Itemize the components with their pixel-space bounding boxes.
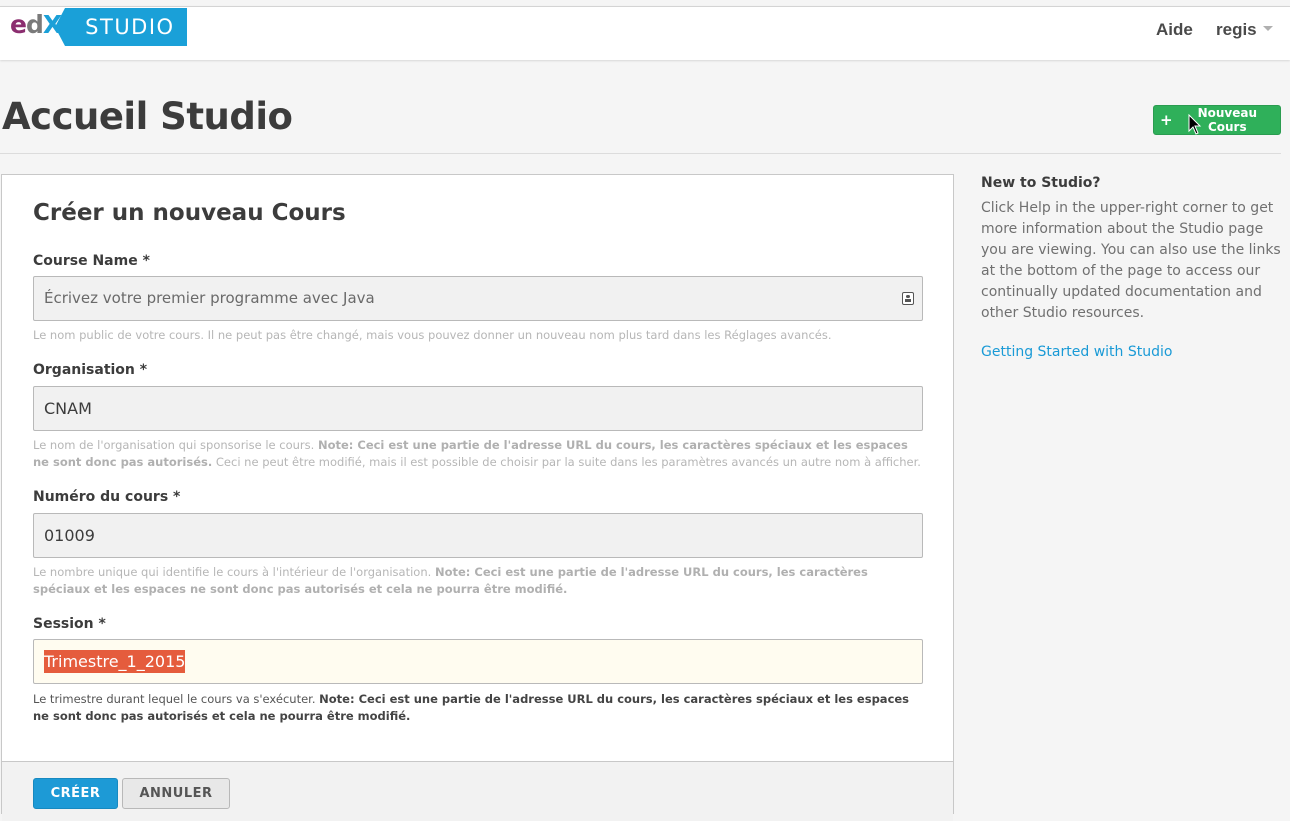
logo-letter-d: d bbox=[25, 9, 44, 39]
course-number-input[interactable]: 01009 bbox=[33, 513, 923, 558]
organisation-label: Organisation * bbox=[33, 362, 148, 378]
user-menu[interactable]: regis bbox=[1216, 20, 1273, 40]
mouse-cursor-icon bbox=[1188, 114, 1202, 135]
course-name-label: Course Name * bbox=[33, 253, 150, 269]
user-name: regis bbox=[1216, 20, 1257, 39]
course-name-value: Écrivez votre premier programme avec Jav… bbox=[44, 289, 375, 307]
plus-icon: + bbox=[1160, 111, 1173, 129]
edx-studio-logo[interactable]: edX STUDIO bbox=[10, 8, 187, 46]
create-button[interactable]: CRÉER bbox=[33, 778, 118, 809]
contact-card-icon[interactable] bbox=[902, 292, 914, 305]
course-number-value: 01009 bbox=[44, 526, 95, 545]
new-course-button[interactable]: + Nouveau Cours bbox=[1153, 105, 1281, 135]
session-help: Le trimestre durant lequel le cours va s… bbox=[33, 691, 923, 725]
help-sidebar: New to Studio? Click Help in the upper-r… bbox=[981, 175, 1283, 360]
new-course-form: Créer un nouveau Cours Course Name * Écr… bbox=[1, 174, 954, 821]
sidebar-title: New to Studio? bbox=[981, 175, 1101, 191]
help-link[interactable]: Aide bbox=[1156, 20, 1193, 40]
cancel-button[interactable]: ANNULER bbox=[122, 778, 230, 809]
chevron-down-icon bbox=[1262, 26, 1273, 32]
sidebar-text: Click Help in the upper-right corner to … bbox=[981, 200, 1281, 321]
session-value: Trimestre_1_2015 bbox=[44, 650, 186, 673]
session-input[interactable]: Trimestre_1_2015 bbox=[33, 639, 923, 684]
getting-started-link[interactable]: Getting Started with Studio bbox=[981, 344, 1283, 360]
session-label: Session * bbox=[33, 616, 106, 632]
studio-header: edX STUDIO Aide regis bbox=[0, 6, 1290, 60]
organisation-input[interactable]: CNAM bbox=[33, 386, 923, 431]
organisation-help-text: Le nom de l'organisation qui sponsorise … bbox=[33, 438, 318, 452]
page-title: Accueil Studio bbox=[2, 95, 293, 138]
organisation-help-extra: Ceci ne peut être modifié, mais il est p… bbox=[212, 455, 921, 469]
organisation-help: Le nom de l'organisation qui sponsorise … bbox=[33, 437, 923, 471]
edx-wordmark: edX bbox=[10, 9, 62, 39]
title-divider bbox=[0, 153, 1281, 154]
course-number-help: Le nombre unique qui identifie le cours … bbox=[33, 564, 923, 598]
form-title: Créer un nouveau Cours bbox=[33, 200, 346, 226]
logo-letter-e: e bbox=[10, 9, 27, 39]
form-actions: CRÉER ANNULER bbox=[2, 761, 953, 821]
course-number-help-text: Le nombre unique qui identifie le cours … bbox=[33, 565, 435, 579]
studio-wordmark: STUDIO bbox=[55, 8, 187, 46]
course-name-help: Le nom public de votre cours. Il ne peut… bbox=[33, 328, 832, 342]
organisation-value: CNAM bbox=[44, 399, 92, 418]
course-name-input[interactable]: Écrivez votre premier programme avec Jav… bbox=[33, 276, 923, 321]
course-number-label: Numéro du cours * bbox=[33, 489, 181, 505]
session-help-text: Le trimestre durant lequel le cours va s… bbox=[33, 692, 320, 706]
